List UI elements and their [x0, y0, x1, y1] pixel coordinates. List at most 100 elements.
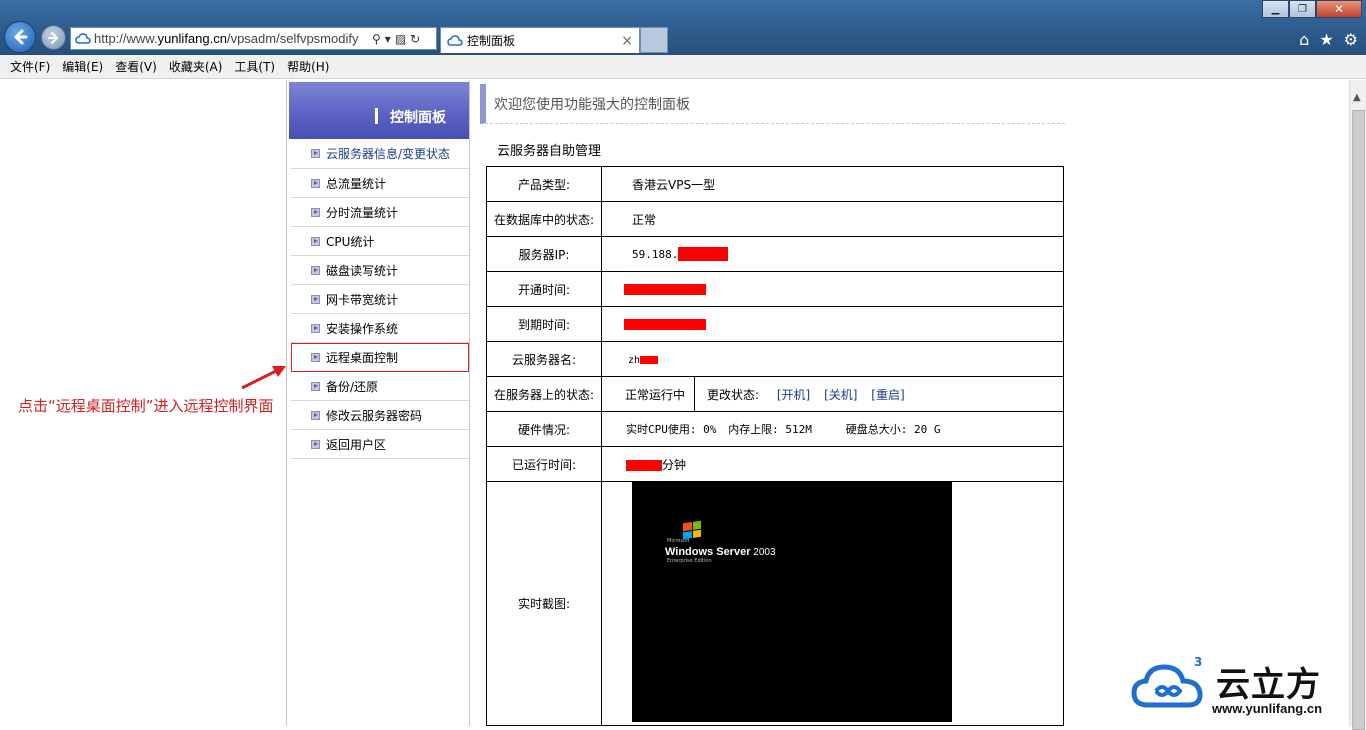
os-version: 2003 — [753, 547, 776, 558]
table-row: 在数据库中的状态: 正常 — [486, 201, 1064, 237]
welcome-banner: 欢迎您使用功能强大的控制面板 — [480, 84, 1065, 124]
tab-title: 控制面板 — [467, 34, 516, 48]
sidebar-item-label: 磁盘读写统计 — [326, 263, 399, 278]
star-icon[interactable]: ★ — [1319, 30, 1333, 49]
redaction-bar — [624, 284, 706, 295]
row-label: 服务器IP: — [486, 236, 602, 272]
uptime-cell: 分钟 — [601, 446, 1064, 482]
bullet-icon — [311, 352, 320, 362]
server-status-value: 正常运行中 — [602, 377, 695, 411]
redaction-bar — [626, 459, 662, 471]
main-content: 欢迎您使用功能强大的控制面板 云服务器自助管理 — [480, 80, 1065, 159]
bullet-icon — [311, 207, 320, 217]
maximize-button[interactable]: ❐ — [1289, 0, 1316, 18]
hardware-cell: 实时CPU使用: 0% 内存上限: 512M 硬盘总大小: 20 G — [601, 411, 1064, 447]
bullet-icon — [311, 265, 320, 275]
sidebar-title: 控制面板 — [390, 110, 446, 126]
sidebar-item-label: 修改云服务器密码 — [326, 408, 423, 423]
search-icon[interactable]: ⚲ — [372, 32, 381, 46]
sidebar-item-cpu[interactable]: CPU统计 — [291, 227, 469, 256]
server-info-table: 产品类型: 香港云VPS一型 在数据库中的状态: 正常 服务器IP: 59.18… — [486, 166, 1064, 726]
redaction-bar — [624, 319, 706, 330]
bullet-icon — [311, 381, 320, 391]
address-url[interactable]: http://www.yunlifang.cn/vpsadm/selfvpsmo… — [94, 31, 366, 46]
row-label: 实时截图: — [486, 481, 602, 726]
row-label: 产品类型: — [486, 166, 602, 202]
sidebar-item-hourly-traffic[interactable]: 分时流量统计 — [291, 198, 469, 227]
sidebar-item-nic-bandwidth[interactable]: 网卡带宽统计 — [291, 285, 469, 314]
restart-link[interactable]: [重启] — [871, 388, 904, 402]
live-screenshot[interactable]: Microsoft Windows Server 2003 Enterprise… — [632, 482, 952, 722]
table-row: 到期时间: — [486, 306, 1064, 342]
close-icon: ✕ — [1333, 2, 1345, 16]
bullet-icon — [311, 439, 320, 449]
table-row: 已运行时间: 分钟 — [486, 446, 1064, 482]
table-row: 开通时间: — [486, 271, 1064, 307]
bullet-icon — [311, 410, 320, 420]
url-domain: yunlifang.cn — [157, 31, 227, 46]
server-status-cell: 正常运行中 更改状态: [开机] [关机] [重启] — [601, 376, 1064, 412]
restore-icon: ❐ — [1298, 3, 1307, 15]
watermark-url: www.yunlifang.cn — [1212, 701, 1323, 716]
menu-help[interactable]: 帮助(H) — [281, 58, 335, 75]
scroll-up-icon[interactable]: ▲ — [1353, 92, 1361, 103]
sidebar-item-remote-desktop[interactable]: 远程桌面控制 — [291, 343, 469, 372]
close-button[interactable]: ✕ — [1316, 0, 1362, 18]
redaction-bar — [640, 355, 659, 364]
sidebar: 控制面板 云服务器信息/变更状态 总流量统计 分时流量统计 CPU统计 磁盘读写… — [286, 80, 470, 726]
address-bar[interactable]: http://www.yunlifang.cn/vpsadm/selfvpsmo… — [70, 27, 437, 50]
bullet-icon — [311, 236, 320, 246]
tab-control-panel[interactable]: 控制面板 × — [440, 27, 640, 53]
minimize-button[interactable]: ▁ — [1262, 0, 1289, 18]
minimize-icon: ▁ — [1271, 3, 1280, 15]
sidebar-item-label: 备份/还原 — [326, 379, 379, 394]
table-row: 产品类型: 香港云VPS一型 — [486, 166, 1064, 202]
sidebar-header: 控制面板 — [289, 82, 469, 139]
forward-button[interactable] — [41, 25, 66, 50]
sidebar-item-total-traffic[interactable]: 总流量统计 — [291, 169, 469, 198]
scroll-thumb[interactable] — [1352, 110, 1365, 730]
open-time-cell — [601, 271, 1064, 307]
gear-icon[interactable]: ⚙ — [1344, 30, 1358, 49]
annotation-arrow-icon — [241, 366, 286, 390]
sidebar-item-install-os[interactable]: 安装操作系统 — [291, 314, 469, 343]
vertical-scrollbar[interactable]: ▲ — [1349, 80, 1366, 730]
sidebar-item-label: 总流量统计 — [326, 176, 387, 191]
sidebar-item-label: 安装操作系统 — [326, 321, 399, 336]
row-label: 已运行时间: — [486, 446, 602, 482]
sidebar-item-backup[interactable]: 备份/还原 — [291, 372, 469, 401]
site-cloud-icon — [447, 34, 463, 46]
row-label: 开通时间: — [486, 271, 602, 307]
refresh-icon[interactable]: ↻ — [410, 32, 420, 46]
new-tab-button[interactable] — [640, 27, 668, 53]
url-path: /vpsadm/selfvpsmodify — [226, 31, 359, 46]
power-on-link[interactable]: [开机] — [777, 388, 810, 402]
os-edition: Enterprise Edition — [667, 558, 712, 564]
menu-tools[interactable]: 工具(T) — [228, 58, 281, 75]
sidebar-item-change-password[interactable]: 修改云服务器密码 — [291, 401, 469, 430]
sidebar-item-server-info[interactable]: 云服务器信息/变更状态 — [291, 139, 469, 169]
home-icon[interactable]: ⌂ — [1299, 30, 1309, 49]
cpu-usage: 实时CPU使用: 0% — [626, 423, 717, 436]
tab-close-icon[interactable]: × — [621, 33, 633, 49]
uptime-unit: 分钟 — [662, 457, 687, 472]
menu-view[interactable]: 查看(V) — [109, 58, 163, 75]
bullet-icon — [311, 294, 320, 304]
sidebar-item-disk-io[interactable]: 磁盘读写统计 — [291, 256, 469, 285]
compat-view-icon[interactable]: ▨ — [395, 32, 406, 46]
dropdown-icon[interactable]: ▾ — [385, 32, 391, 46]
table-row: 在服务器上的状态: 正常运行中 更改状态: [开机] [关机] [重启] — [486, 376, 1064, 412]
server-name-cell: zh — [601, 341, 1064, 377]
menu-edit[interactable]: 编辑(E) — [56, 58, 109, 75]
back-button[interactable] — [4, 21, 36, 53]
screenshot-cell: Microsoft Windows Server 2003 Enterprise… — [601, 481, 1064, 726]
sidebar-item-user-area[interactable]: 返回用户区 — [291, 430, 469, 459]
windows-server-logo: Microsoft Windows Server 2003 Enterprise… — [665, 520, 776, 564]
power-off-link[interactable]: [关机] — [824, 388, 857, 402]
menu-file[interactable]: 文件(F) — [4, 58, 56, 75]
row-label: 硬件情况: — [486, 411, 602, 447]
annotation-text: 点击“远程桌面控制”进入远程控制界面 — [18, 397, 274, 415]
menu-favorites[interactable]: 收藏夹(A) — [163, 58, 229, 75]
bullet-icon — [311, 323, 320, 333]
product-type-value: 香港云VPS一型 — [601, 166, 1064, 202]
